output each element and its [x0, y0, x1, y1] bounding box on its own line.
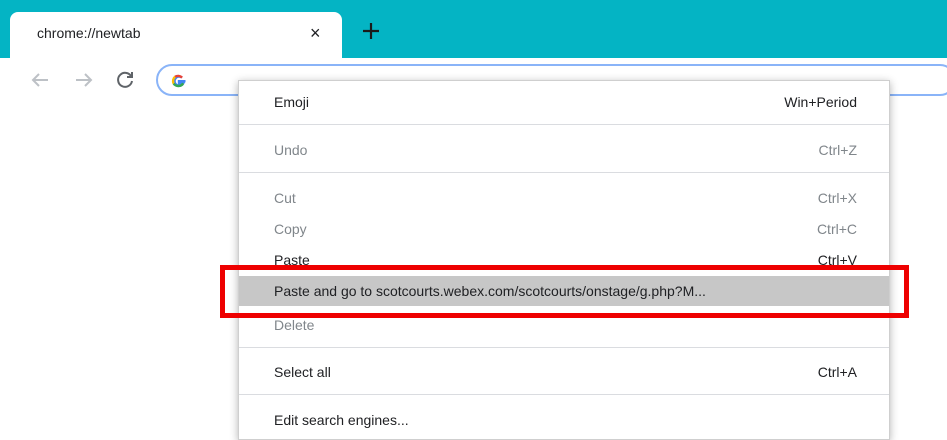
menu-item-shortcut: Ctrl+A	[817, 364, 857, 380]
menu-item-label: Delete	[274, 317, 315, 333]
annotation-highlight-box	[220, 265, 909, 318]
tab-newtab[interactable]: chrome://newtab ×	[10, 12, 342, 58]
menu-item-shortcut: Ctrl+Z	[818, 142, 858, 158]
menu-item-undo[interactable]: Undo Ctrl+Z	[239, 135, 889, 167]
menu-item-label: Edit search engines...	[274, 412, 409, 428]
tab-title: chrome://newtab	[37, 25, 141, 41]
menu-item-shortcut: Ctrl+C	[816, 221, 857, 237]
menu-item-label: Undo	[274, 142, 308, 158]
close-icon[interactable]: ×	[310, 23, 321, 43]
menu-item-label: Cut	[274, 190, 296, 206]
menu-item-edit-search-engines[interactable]: Edit search engines...	[239, 405, 889, 437]
menu-item-shortcut: Ctrl+X	[817, 190, 857, 206]
menu-separator	[239, 394, 889, 395]
reload-icon[interactable]	[113, 68, 137, 92]
menu-item-copy[interactable]: Copy Ctrl+C	[239, 214, 889, 246]
menu-separator	[239, 172, 889, 173]
google-logo-icon	[171, 74, 186, 88]
forward-arrow-icon[interactable]	[72, 68, 96, 92]
tab-strip: chrome://newtab ×	[0, 0, 947, 58]
menu-item-label: Emoji	[274, 94, 310, 110]
menu-item-select-all[interactable]: Select all Ctrl+A	[239, 357, 889, 389]
menu-item-shortcut: Win+Period	[784, 94, 857, 110]
menu-item-emoji[interactable]: Emoji Win+Period	[239, 87, 889, 119]
menu-separator	[239, 347, 889, 348]
menu-item-label: Copy	[274, 221, 307, 237]
menu-item-cut[interactable]: Cut Ctrl+X	[239, 183, 889, 215]
back-arrow-icon[interactable]	[28, 68, 52, 92]
plus-icon[interactable]	[358, 18, 384, 44]
menu-separator	[239, 124, 889, 125]
menu-item-label: Select all	[274, 364, 331, 380]
context-menu: Emoji Win+Period Undo Ctrl+Z Cut Ctrl+X …	[238, 80, 890, 440]
